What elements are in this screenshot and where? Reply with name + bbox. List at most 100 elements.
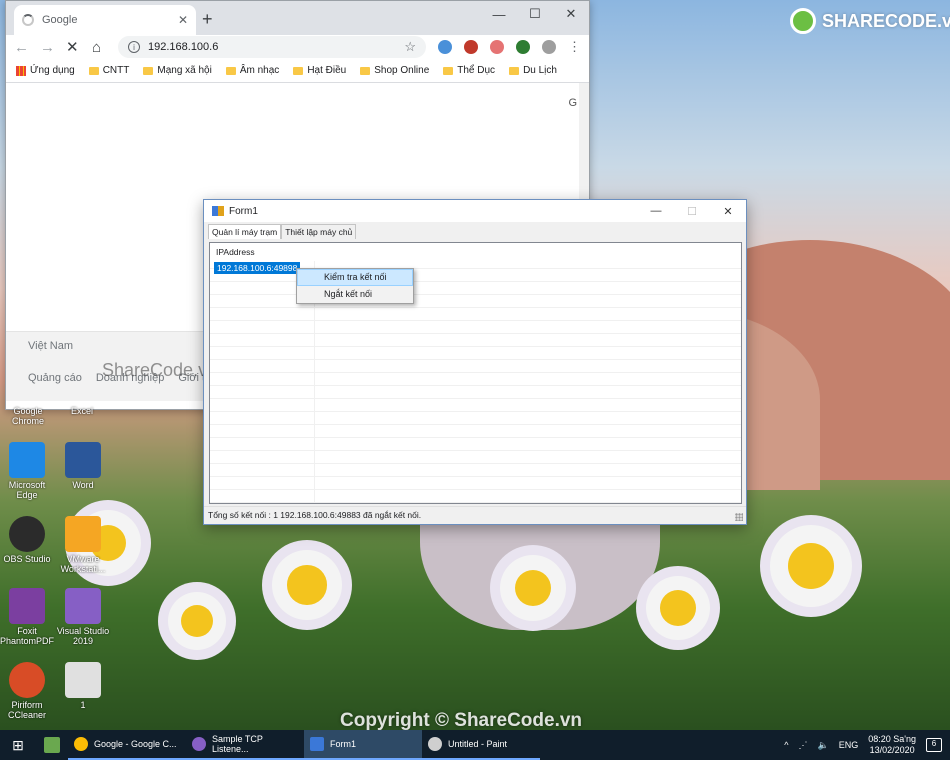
- ccleaner-icon: [9, 662, 45, 698]
- form-app-icon: [310, 737, 324, 751]
- list-item[interactable]: 192.168.100.6:49898: [214, 262, 301, 274]
- folder-icon: [443, 66, 454, 75]
- edge-icon: [9, 442, 45, 478]
- start-windows-icon[interactable]: ⊞: [0, 737, 36, 754]
- word-icon: [65, 442, 101, 478]
- obs-icon: [9, 516, 45, 552]
- menu-icon[interactable]: ⋮: [568, 39, 581, 55]
- forward-icon[interactable]: →: [40, 39, 55, 56]
- taskbar-app-paint[interactable]: Untitled - Paint: [422, 730, 540, 760]
- status-text: Tổng số kết nối : 1 192.168.100.6:49883 …: [208, 510, 422, 520]
- copyright-watermark: Copyright © ShareCode.vn: [340, 710, 583, 731]
- chrome-titlebar: Google ✕ + — ☐ ✕: [6, 1, 589, 35]
- bookmarks-bar: Ứng dụng CNTT Mạng xã hội Âm nhạc Hạt Đi…: [6, 59, 589, 83]
- home-icon[interactable]: ⌂: [92, 39, 106, 56]
- profile-avatar[interactable]: [542, 40, 556, 54]
- foxit-pdf-icon: [9, 588, 45, 624]
- desktop-icon-excel[interactable]: Excel: [52, 406, 112, 416]
- image-file-icon: [65, 662, 101, 698]
- taskbar-pinned-app[interactable]: [36, 737, 68, 753]
- form-titlebar: Form1 — ☐ ✕: [204, 200, 746, 222]
- extension-icon[interactable]: [490, 40, 504, 54]
- flower: [646, 576, 710, 640]
- visual-studio-icon: [192, 737, 206, 751]
- system-tray: ^ ⋰ 🔈 ENG 08:20 Sa'ng 13/02/2020 6: [784, 734, 950, 756]
- taskbar-app-form1[interactable]: Form1: [304, 730, 422, 760]
- network-icon[interactable]: ⋰: [799, 740, 808, 751]
- clock[interactable]: 08:20 Sa'ng 13/02/2020: [868, 734, 916, 756]
- address-bar[interactable]: i 192.168.100.6 ☆: [118, 36, 426, 58]
- taskbar-app-chrome[interactable]: Google - Google C...: [68, 730, 186, 760]
- stop-loading-icon[interactable]: ✕: [66, 38, 80, 56]
- flower: [770, 525, 852, 607]
- back-icon[interactable]: ←: [14, 39, 29, 56]
- bookmark-folder[interactable]: Shop Online: [360, 65, 429, 76]
- paint-icon: [428, 737, 442, 751]
- folder-icon: [509, 66, 520, 75]
- browser-tab[interactable]: Google ✕: [14, 5, 196, 35]
- tab-server-settings[interactable]: Thiết lập máy chủ: [281, 224, 357, 239]
- close-icon[interactable]: ✕: [710, 205, 746, 218]
- desktop-icon-obs[interactable]: OBS Studio: [0, 516, 57, 564]
- minimize-icon[interactable]: —: [481, 1, 517, 27]
- desktop-icon-vmware[interactable]: VMware Workstati...: [53, 516, 113, 574]
- bookmark-folder[interactable]: Thể Dục: [443, 65, 495, 76]
- desktop-icon-file[interactable]: 1: [53, 662, 113, 710]
- clock-time: 08:20 Sa'ng: [868, 734, 916, 744]
- desktop-icon-chrome[interactable]: Google Chrome: [0, 406, 58, 426]
- chevron-up-icon[interactable]: ^: [784, 740, 788, 750]
- form-app-icon: [212, 206, 224, 216]
- clock-date: 13/02/2020: [869, 745, 915, 755]
- menu-item-check-connection[interactable]: Kiểm tra kết nối: [297, 269, 413, 286]
- bookmark-folder[interactable]: Hạt Điều: [293, 65, 346, 76]
- flower: [500, 555, 566, 621]
- url-text: 192.168.100.6: [148, 41, 219, 53]
- info-icon[interactable]: i: [128, 41, 140, 53]
- close-icon[interactable]: ✕: [553, 1, 589, 27]
- desktop-icon-edge[interactable]: Microsoft Edge: [0, 442, 57, 500]
- app-icon: [44, 737, 60, 753]
- new-tab-icon[interactable]: +: [202, 9, 213, 30]
- maximize-icon: ☐: [687, 205, 697, 218]
- bookmark-folder[interactable]: Mạng xã hội: [143, 65, 212, 76]
- bookmark-folder[interactable]: Âm nhạc: [225, 65, 279, 76]
- bookmark-star-icon[interactable]: ☆: [404, 39, 416, 55]
- browser-toolbar: ← → ✕ ⌂ i 192.168.100.6 ☆ ⋮: [6, 35, 589, 59]
- taskbar-app-visual-studio[interactable]: Sample TCP Listene...: [186, 730, 304, 760]
- desktop-icon-ccleaner[interactable]: Piriform CCleaner: [0, 662, 57, 720]
- apps-icon: [16, 65, 26, 76]
- bookmark-folder[interactable]: Du Lịch: [509, 65, 557, 76]
- folder-icon: [143, 66, 154, 75]
- form1-window: Form1 — ☐ ✕ Quản lí máy trạm Thiết lập m…: [203, 199, 747, 525]
- maximize-icon[interactable]: ☐: [517, 1, 553, 27]
- minimize-icon[interactable]: —: [638, 205, 674, 218]
- vmware-icon: [65, 516, 101, 552]
- client-listview[interactable]: IPAddress 192.168.100.6:49898: [209, 242, 742, 504]
- desktop-icon-visual-studio[interactable]: Visual Studio 2019: [53, 588, 113, 646]
- sharecode-brand-watermark: SHARECODE.vn: [790, 8, 950, 34]
- folder-icon: [88, 66, 99, 75]
- extension-icon[interactable]: [438, 40, 452, 54]
- notification-icon[interactable]: 6: [926, 738, 942, 752]
- close-tab-icon[interactable]: ✕: [178, 13, 188, 27]
- brand-text: SHARECODE.vn: [822, 10, 950, 31]
- desktop-icon-word[interactable]: Word: [53, 442, 113, 490]
- sharecode-logo-icon: [790, 8, 816, 34]
- tab-client-management[interactable]: Quản lí máy trạm: [208, 224, 282, 239]
- volume-icon[interactable]: 🔈: [818, 740, 829, 751]
- resize-grip-icon[interactable]: [735, 513, 743, 521]
- column-header-ipaddress[interactable]: IPAddress: [210, 243, 741, 261]
- form-tabs: Quản lí máy trạm Thiết lập máy chủ: [208, 224, 357, 239]
- language-indicator[interactable]: ENG: [839, 740, 859, 750]
- desktop-icon-foxit[interactable]: Foxit PhantomPDF: [0, 588, 57, 646]
- sharecode-watermark: ShareCode.vn: [102, 360, 218, 380]
- extension-icon[interactable]: [516, 40, 530, 54]
- bookmark-apps[interactable]: Ứng dụng: [16, 65, 75, 76]
- folder-icon: [360, 66, 371, 75]
- page-letter: G: [568, 97, 577, 109]
- bookmark-folder[interactable]: CNTT: [88, 65, 129, 76]
- footer-link-ads[interactable]: Quảng cáo: [28, 372, 82, 384]
- chrome-icon: [74, 737, 88, 751]
- menu-item-disconnect[interactable]: Ngắt kết nối: [297, 286, 413, 303]
- extension-icon[interactable]: [464, 40, 478, 54]
